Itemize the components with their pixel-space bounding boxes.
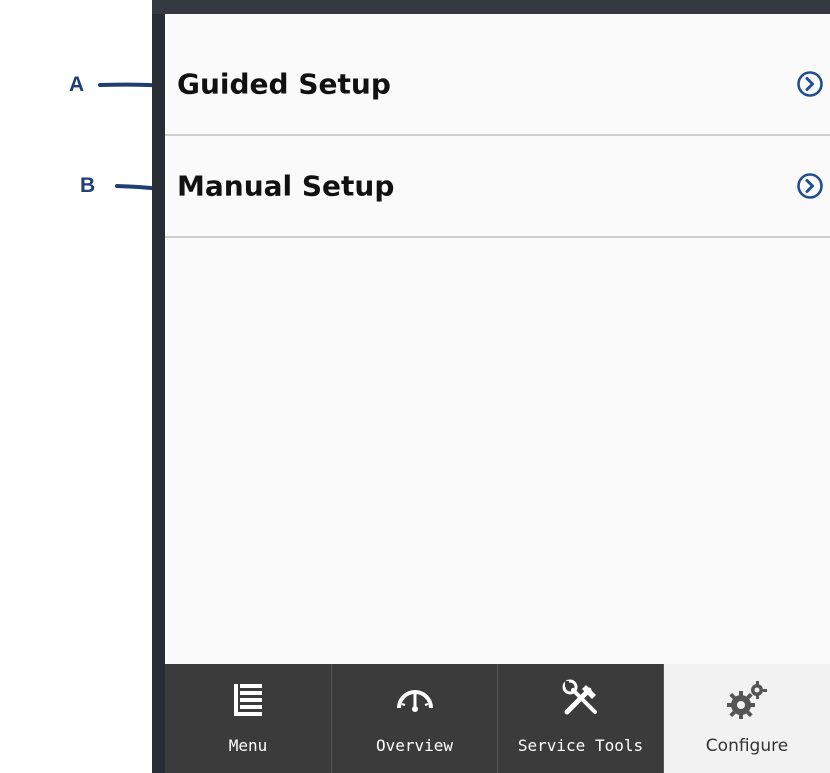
tab-service-tools[interactable]: Service Tools: [498, 664, 664, 773]
menu-item-guided-setup[interactable]: Guided Setup: [165, 34, 830, 136]
tab-overview[interactable]: Overview: [332, 664, 498, 773]
callout-letter-b: B: [80, 174, 96, 197]
bottom-nav: Menu Overview Service Tools Configure: [165, 664, 830, 773]
configure-screen: Guided Setup Manual Setup: [165, 14, 830, 664]
callout-letter-a: A: [69, 73, 85, 96]
tab-menu[interactable]: Menu: [165, 664, 332, 773]
menu-item-manual-setup[interactable]: Manual Setup: [165, 136, 830, 238]
gauge-icon: [396, 690, 433, 712]
chevron-right-circle-icon[interactable]: [796, 70, 824, 98]
tab-label: Configure: [705, 736, 789, 756]
list-icon: [234, 684, 262, 716]
gears-icon: [727, 681, 767, 719]
chevron-right-circle-icon[interactable]: [796, 172, 824, 200]
tools-icon: [562, 679, 597, 715]
tab-label: Menu: [228, 736, 268, 755]
menu-item-label: Guided Setup: [177, 67, 391, 101]
tab-label: Overview: [375, 736, 454, 755]
tab-configure[interactable]: Configure: [664, 664, 830, 773]
device-top-strip: [152, 0, 830, 14]
tab-label: Service Tools: [517, 736, 644, 755]
menu-item-label: Manual Setup: [177, 169, 395, 203]
device-frame: Guided Setup Manual Setup Menu Overview …: [152, 0, 830, 773]
